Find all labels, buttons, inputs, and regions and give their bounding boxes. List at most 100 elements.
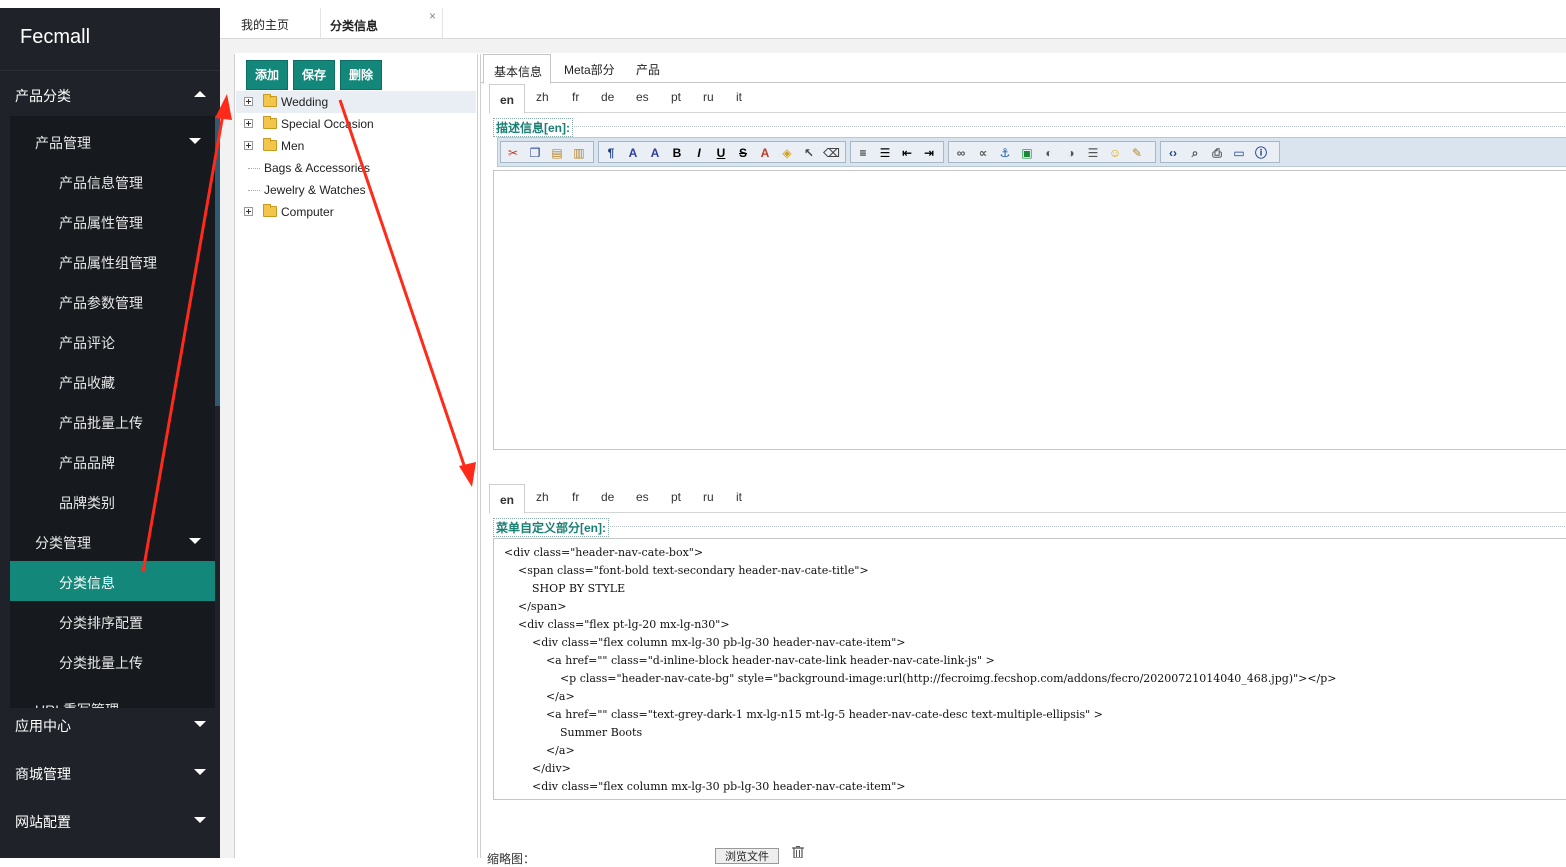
preview-icon[interactable]: ⌕ [1187, 145, 1203, 161]
sidebar-item-product-favorites[interactable]: 产品收藏 [10, 361, 215, 401]
delete-button[interactable]: 删除 [340, 60, 382, 90]
add-button[interactable]: 添加 [246, 60, 288, 90]
sidebar-item-product-brand[interactable]: 产品品牌 [10, 441, 215, 481]
tree-connector [248, 168, 260, 169]
close-icon[interactable]: × [429, 9, 436, 23]
sidebar-item-category-sort[interactable]: 分类排序配置 [10, 601, 215, 641]
tab-lang-es[interactable]: es [636, 90, 649, 104]
category-tree-panel: 添加 保存 删除 Wedding Special Occasion Men Ba… [234, 54, 478, 858]
expand-icon[interactable] [244, 119, 253, 128]
link-icon[interactable]: ∞ [953, 145, 969, 161]
tab-basic-info[interactable]: 基本信息 [483, 54, 551, 84]
tab-label: 产品 [636, 63, 661, 77]
tab-products[interactable]: 产品 [623, 54, 673, 82]
font-family-icon[interactable]: A [625, 145, 641, 161]
description-editor[interactable] [493, 170, 1566, 450]
save-button[interactable]: 保存 [293, 60, 335, 90]
paragraph-format-icon[interactable]: ¶ [603, 145, 619, 161]
tab-lang-ru[interactable]: ru [703, 490, 714, 504]
sidebar-menu-mall-management[interactable]: 商城管理 [0, 748, 220, 796]
paste-text-icon[interactable]: ▥ [571, 145, 587, 161]
list-icon[interactable]: ☰ [877, 145, 893, 161]
tree-node-bags-accessories[interactable]: Bags & Accessories [236, 157, 476, 179]
tab-lang-fr[interactable]: fr [572, 90, 579, 104]
tab-meta[interactable]: Meta部分 [551, 54, 621, 82]
tree-node-wedding[interactable]: Wedding [236, 91, 476, 113]
folder-icon [263, 138, 277, 151]
edit-source-icon[interactable]: ✎ [1129, 145, 1145, 161]
code-line: <a href="" class="text-grey-dark-1 mx-lg… [504, 708, 1103, 721]
tab-lang-zh[interactable]: zh [536, 90, 549, 104]
select-cursor-icon[interactable]: ↖ [801, 145, 817, 161]
anchor-icon[interactable]: ⚓ [997, 145, 1013, 161]
tab-lang-de[interactable]: de [601, 90, 614, 104]
sidebar-item-product-reviews[interactable]: 产品评论 [10, 321, 215, 361]
outdent-icon[interactable]: ⇤ [899, 145, 915, 161]
strikethrough-icon[interactable]: S [735, 145, 751, 161]
browse-file-button[interactable]: 浏览文件 [715, 848, 779, 864]
paste-icon[interactable]: ▤ [549, 145, 565, 161]
sidebar-menu-product-category[interactable]: 产品分类 [0, 70, 220, 118]
flash-icon[interactable]: ◐ [1041, 145, 1057, 161]
trash-icon[interactable] [791, 846, 805, 858]
tab-lang-ru[interactable]: ru [703, 90, 714, 104]
tab-lang-de[interactable]: de [601, 490, 614, 504]
tab-lang-en[interactable]: en [489, 484, 525, 514]
tab-lang-it[interactable]: it [736, 490, 742, 504]
tree-node-jewelry-watches[interactable]: Jewelry & Watches [236, 179, 476, 201]
italic-icon[interactable]: I [691, 145, 707, 161]
sidebar-item-product-params[interactable]: 产品参数管理 [10, 281, 215, 321]
code-line: Summer Boots [504, 726, 643, 739]
expand-icon[interactable] [244, 97, 253, 106]
sidebar-menu-app-center[interactable]: 应用中心 [0, 700, 220, 748]
sidebar-group-product-management[interactable]: 产品管理 [10, 121, 215, 161]
fullscreen-icon[interactable]: ▭ [1231, 145, 1247, 161]
cut-icon[interactable]: ✂ [505, 145, 521, 161]
tree-node-special-occasion[interactable]: Special Occasion [236, 113, 476, 135]
sidebar-item-category-info[interactable]: 分类信息 [10, 561, 215, 601]
menu-custom-html-textarea[interactable]: <div class="header-nav-cate-box"> <span … [493, 538, 1566, 800]
unlink-icon[interactable]: ∝ [975, 145, 991, 161]
sidebar-menu-site-config[interactable]: 网站配置 [0, 796, 220, 844]
sidebar-item-category-bulk-upload[interactable]: 分类批量上传 [10, 641, 215, 681]
highlight-color-icon[interactable]: ◈ [779, 145, 795, 161]
code-line: </span> [504, 600, 567, 613]
tab-lang-en[interactable]: en [489, 84, 525, 114]
image-icon[interactable]: ▣ [1019, 145, 1035, 161]
font-color-icon[interactable]: A [757, 145, 773, 161]
align-icon[interactable]: ≡ [855, 145, 871, 161]
toolbar-group-format: ¶ A A B I U S A ◈ ↖ ⌫ [598, 141, 846, 163]
about-icon[interactable]: ⓘ [1253, 145, 1269, 161]
tree-node-computer[interactable]: Computer [236, 201, 476, 223]
emoticon-icon[interactable]: ☺ [1107, 145, 1123, 161]
tab-home[interactable]: 我的主页 [220, 8, 321, 38]
sidebar-item-label: 分类排序配置 [59, 615, 143, 631]
expand-icon[interactable] [244, 141, 253, 150]
tab-category-info[interactable]: 分类信息 × [321, 8, 443, 38]
tab-lang-fr[interactable]: fr [572, 490, 579, 504]
indent-icon[interactable]: ⇥ [921, 145, 937, 161]
sidebar-item-product-info[interactable]: 产品信息管理 [10, 161, 215, 201]
horizontal-rule-icon[interactable]: ☰ [1085, 145, 1101, 161]
tab-lang-it[interactable]: it [736, 90, 742, 104]
sidebar-item-product-bulk-upload[interactable]: 产品批量上传 [10, 401, 215, 441]
sidebar-item-brand-category[interactable]: 品牌类别 [10, 481, 215, 521]
expand-icon[interactable] [244, 207, 253, 216]
source-code-icon[interactable]: ‹› [1165, 145, 1181, 161]
tab-lang-es[interactable]: es [636, 490, 649, 504]
sidebar-item-product-attribute-group[interactable]: 产品属性组管理 [10, 241, 215, 281]
tab-lang-zh[interactable]: zh [536, 490, 549, 504]
tab-lang-pt[interactable]: pt [671, 490, 681, 504]
print-icon[interactable]: ⎙ [1209, 145, 1225, 161]
folder-icon [263, 204, 277, 217]
eraser-icon[interactable]: ⌫ [823, 145, 840, 161]
font-size-icon[interactable]: A [647, 145, 663, 161]
underline-icon[interactable]: U [713, 145, 729, 161]
sidebar-group-category-management[interactable]: 分类管理 [10, 521, 215, 561]
tree-node-men[interactable]: Men [236, 135, 476, 157]
bold-icon[interactable]: B [669, 145, 685, 161]
sidebar-item-product-attribute[interactable]: 产品属性管理 [10, 201, 215, 241]
media-icon[interactable]: ◑ [1063, 145, 1079, 161]
copy-icon[interactable]: ❐ [527, 145, 543, 161]
tab-lang-pt[interactable]: pt [671, 90, 681, 104]
